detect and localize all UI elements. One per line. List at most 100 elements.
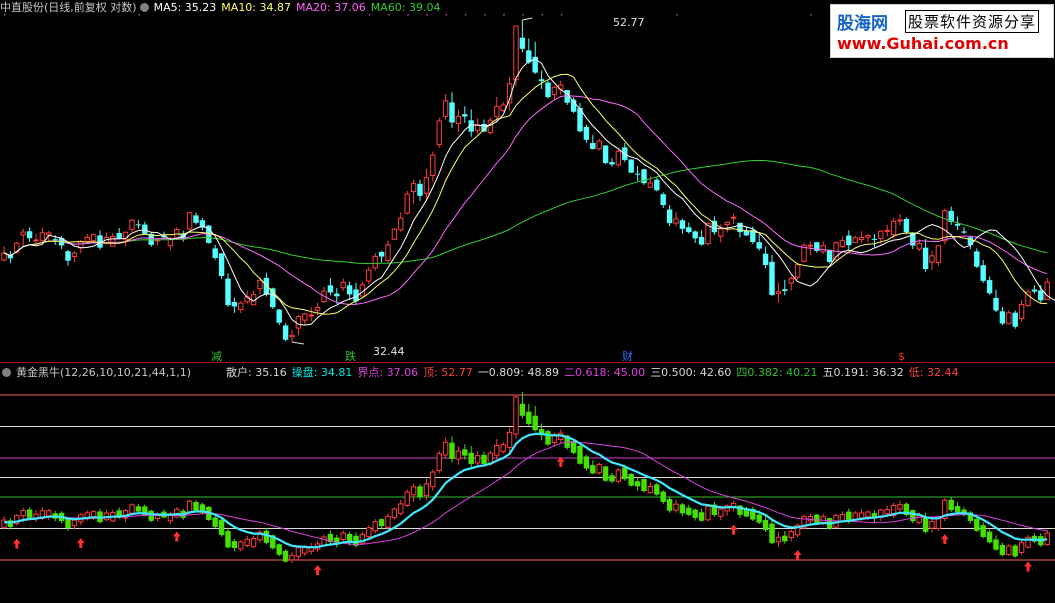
candle <box>46 230 52 243</box>
indicator-bar <box>910 509 916 524</box>
marker-jian: 减 <box>211 350 222 363</box>
candle <box>590 135 596 150</box>
indicator-body <box>807 516 814 522</box>
candle <box>417 179 423 201</box>
indicator-body <box>654 484 660 495</box>
indicator-body <box>577 445 583 464</box>
candle-body <box>39 232 46 241</box>
candle-body <box>974 251 980 267</box>
candle-body <box>660 194 666 206</box>
candle <box>295 315 302 336</box>
indicator-body <box>410 486 417 496</box>
indicator-body <box>295 547 302 557</box>
indicator-bar <box>225 528 231 549</box>
candle <box>1018 300 1025 322</box>
candle-body <box>186 212 193 230</box>
candle-body <box>846 235 852 246</box>
indicator-bar <box>666 496 673 513</box>
buy-arrow <box>313 565 322 576</box>
indicator-body <box>852 512 858 520</box>
indicator-body <box>609 475 615 482</box>
indicator-settings-dot-icon[interactable] <box>2 368 11 377</box>
candle-body <box>423 177 430 194</box>
candle-body <box>929 255 935 263</box>
indicator-body <box>666 499 673 511</box>
candle-body <box>839 240 846 247</box>
indicator-body <box>519 403 526 416</box>
indicator-bar <box>890 502 897 519</box>
candle-body <box>225 278 231 306</box>
indicator-bar <box>257 530 263 544</box>
indicator-bar <box>238 540 244 552</box>
indicator-body <box>238 541 244 550</box>
indicator-bar <box>308 542 314 555</box>
indicator-bar <box>334 534 340 548</box>
candle-body <box>142 224 148 234</box>
indicator-body <box>705 505 711 521</box>
indicator-bar <box>417 483 423 501</box>
candle <box>455 109 462 133</box>
candle <box>174 227 180 239</box>
candle <box>871 234 878 248</box>
indicator-body <box>526 411 532 425</box>
indicator-bar <box>705 504 711 522</box>
candle <box>180 230 186 242</box>
candle <box>545 80 551 99</box>
candle-body <box>212 248 218 259</box>
indicator-body <box>71 519 78 527</box>
candle <box>641 168 647 185</box>
candle <box>794 262 801 280</box>
candle <box>442 94 449 120</box>
candle <box>673 211 679 227</box>
candle <box>7 251 14 264</box>
candle-body <box>346 285 353 295</box>
candle <box>474 118 481 134</box>
candle-body <box>820 245 826 253</box>
ma10-line <box>3 73 1048 315</box>
candle-body <box>865 234 871 238</box>
candle <box>852 235 858 243</box>
candle-body <box>1012 312 1018 327</box>
candle-body <box>590 142 596 150</box>
candle-body <box>986 280 993 294</box>
candle-body <box>135 224 142 226</box>
candle-body <box>238 302 244 311</box>
indicator-bar <box>782 531 788 544</box>
candle-body <box>442 100 449 117</box>
candle <box>948 206 954 225</box>
candle <box>404 190 410 215</box>
kline-chart[interactable] <box>0 0 1055 603</box>
indicator-body <box>910 510 916 522</box>
indicator-name[interactable]: 黄金黑牛(12,26,10,10,21,44,1,1) <box>16 366 191 379</box>
signal-dot <box>445 14 448 16</box>
candle <box>993 289 999 313</box>
ma60-line <box>3 159 1048 265</box>
candle-body <box>391 228 398 240</box>
indicator-value: 四0.382: 40.21 <box>736 366 818 379</box>
indicator-body <box>398 503 404 514</box>
indicator-bar <box>391 507 398 520</box>
candle-body <box>84 236 90 243</box>
candle-body <box>513 25 519 81</box>
candle-body <box>545 82 551 98</box>
signal-dot <box>560 14 563 16</box>
indicator-body <box>340 532 346 541</box>
candle-body <box>65 251 71 261</box>
indicator-bar <box>513 395 519 439</box>
candle-body <box>33 239 39 242</box>
candle-body <box>110 236 116 247</box>
buy-arrow <box>793 550 802 561</box>
indicator-body <box>481 454 487 464</box>
indicator-bar <box>788 529 794 542</box>
candle-body <box>654 179 660 191</box>
indicator-bar <box>602 465 609 482</box>
candle-body <box>673 218 679 224</box>
candle <box>826 249 833 264</box>
candle-body <box>538 79 545 82</box>
candle <box>609 158 615 167</box>
candle-body <box>282 325 289 340</box>
indicator-bar <box>250 535 257 548</box>
indicator-body <box>26 509 33 518</box>
candle-body <box>878 230 884 240</box>
indicator-bar <box>897 500 903 513</box>
